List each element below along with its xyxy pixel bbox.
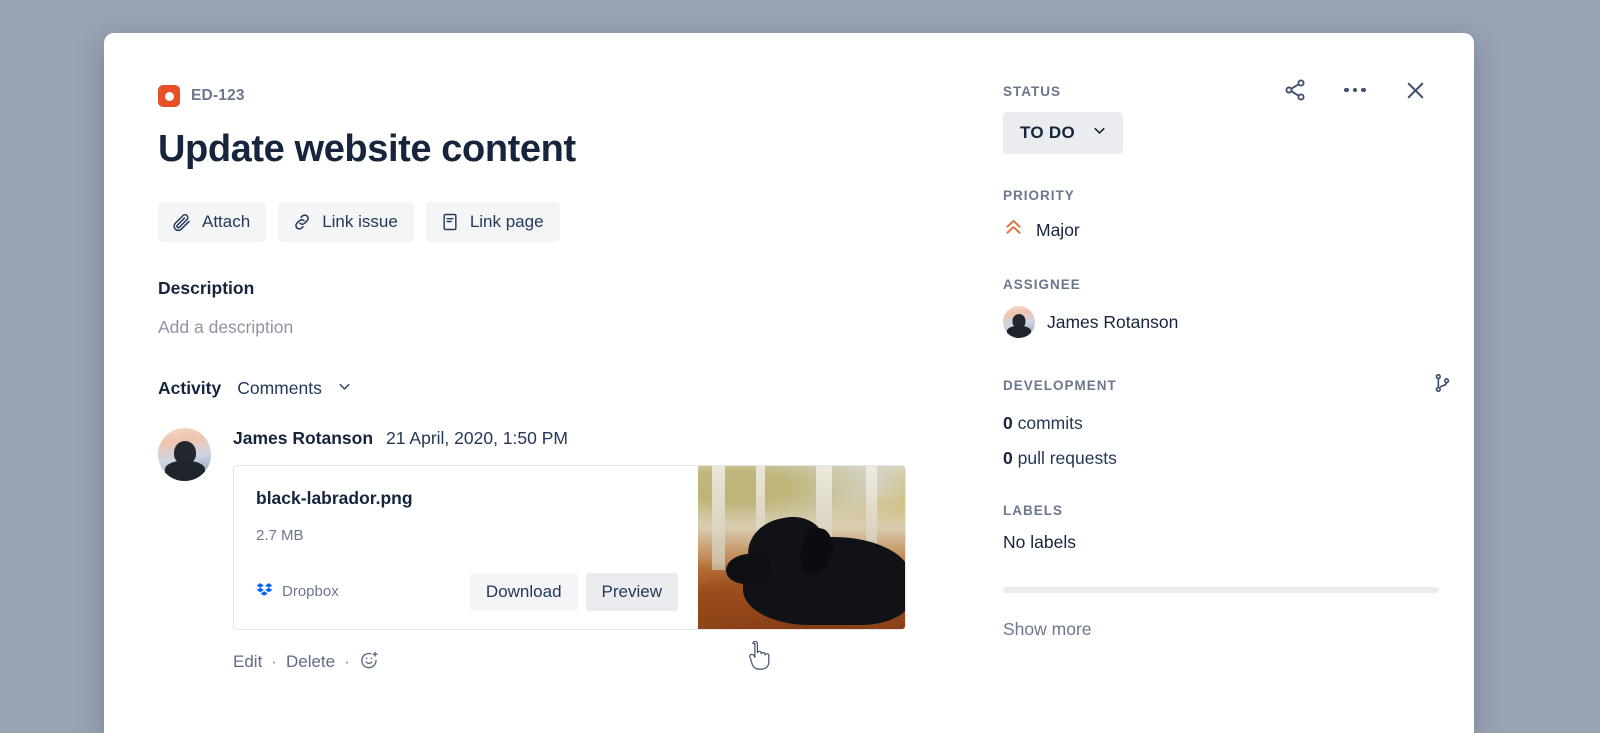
activity-section: Activity Comments — [158, 378, 973, 400]
avatar — [158, 427, 211, 481]
comment-actions: Edit · Delete · — [233, 650, 973, 675]
labels-value[interactable]: No labels — [1003, 532, 1473, 553]
attachment-thumbnail[interactable] — [698, 465, 905, 629]
download-button[interactable]: Download — [469, 572, 578, 611]
pull-requests-label: pull requests — [1017, 448, 1117, 468]
priority-value: Major — [1036, 219, 1080, 240]
attachment-source: Dropbox — [256, 581, 339, 602]
assignee-value: James Rotanson — [1047, 311, 1179, 332]
assignee-value-row[interactable]: James Rotanson — [1003, 306, 1473, 338]
comment-edit-link[interactable]: Edit — [233, 652, 262, 672]
preview-button[interactable]: Preview — [585, 572, 678, 611]
show-more-button[interactable]: Show more — [1003, 619, 1473, 640]
assignee-label: ASSIGNEE — [1003, 277, 1081, 292]
pull-requests-line[interactable]: 0 pull requests — [1003, 448, 1473, 469]
attach-button[interactable]: Attach — [158, 201, 267, 242]
development-label: DEVELOPMENT — [1003, 378, 1117, 393]
page-title: Update website content — [158, 128, 576, 170]
labels-label: LABELS — [1003, 503, 1063, 518]
paperclip-icon — [172, 212, 192, 232]
comment-author: James Rotanson — [233, 427, 374, 448]
separator: · — [271, 652, 277, 672]
commits-label: commits — [1017, 413, 1083, 433]
status-dropdown[interactable]: TO DO — [1003, 112, 1124, 154]
dropbox-icon — [256, 581, 273, 602]
git-branch-icon[interactable] — [1431, 372, 1453, 399]
issue-detail-modal: ED-123 Update website content Attach Lin… — [104, 33, 1474, 733]
pull-requests-count: 0 — [1003, 448, 1013, 468]
priority-field: PRIORITY Major — [1003, 188, 1473, 243]
link-icon — [292, 212, 312, 232]
attachment-filename: black-labrador.png — [256, 487, 413, 508]
commits-line[interactable]: 0 commits — [1003, 413, 1473, 434]
status-value: TO DO — [1020, 123, 1076, 142]
link-page-button-label: Link page — [469, 211, 544, 231]
priority-value-row[interactable]: Major — [1003, 217, 1473, 243]
avatar — [1003, 306, 1035, 338]
description-input[interactable]: Add a description — [158, 317, 973, 338]
breadcrumb[interactable]: ED-123 — [158, 85, 973, 107]
development-field: DEVELOPMENT 0 commits 0 pull requests — [1003, 372, 1473, 469]
chevron-down-icon — [1091, 122, 1108, 144]
page-icon — [440, 212, 460, 232]
description-heading: Description — [158, 277, 255, 298]
link-page-button[interactable]: Link page — [425, 201, 560, 242]
comment-delete-link[interactable]: Delete — [286, 652, 335, 672]
chevron-down-icon — [336, 378, 353, 400]
attachment-source-label: Dropbox — [282, 583, 339, 601]
attachment-size: 2.7 MB — [256, 526, 304, 544]
comment-timestamp: 21 April, 2020, 1:50 PM — [386, 427, 568, 448]
divider — [1003, 587, 1439, 593]
labels-field: LABELS No labels — [1003, 503, 1473, 553]
issue-action-buttons: Attach Link issue Link page — [158, 201, 973, 242]
commits-count: 0 — [1003, 413, 1013, 433]
status-field: STATUS TO DO — [1003, 84, 1473, 154]
priority-label: PRIORITY — [1003, 188, 1075, 203]
separator: · — [344, 652, 350, 672]
link-issue-button-label: Link issue — [322, 211, 398, 231]
issue-sidebar: STATUS TO DO PRIORITY Major ASSIGNEE Jam… — [1003, 63, 1473, 733]
issue-key: ED-123 — [191, 87, 245, 104]
status-label: STATUS — [1003, 84, 1061, 99]
tab-comments-label: Comments — [237, 378, 322, 399]
tab-comments[interactable]: Comments — [237, 378, 353, 400]
comment-item: James Rotanson 21 April, 2020, 1:50 PM b… — [158, 427, 973, 675]
add-reaction-icon[interactable] — [359, 650, 379, 675]
attach-button-label: Attach — [202, 211, 251, 231]
project-square-icon — [158, 85, 180, 107]
link-issue-button[interactable]: Link issue — [278, 201, 414, 242]
activity-heading: Activity — [158, 378, 222, 399]
issue-main-column: ED-123 Update website content Attach Lin… — [158, 63, 1003, 733]
attachment-card[interactable]: black-labrador.png 2.7 MB Dropbox Downlo… — [233, 464, 906, 630]
assignee-field: ASSIGNEE James Rotanson — [1003, 277, 1473, 338]
priority-major-icon — [1003, 217, 1024, 243]
